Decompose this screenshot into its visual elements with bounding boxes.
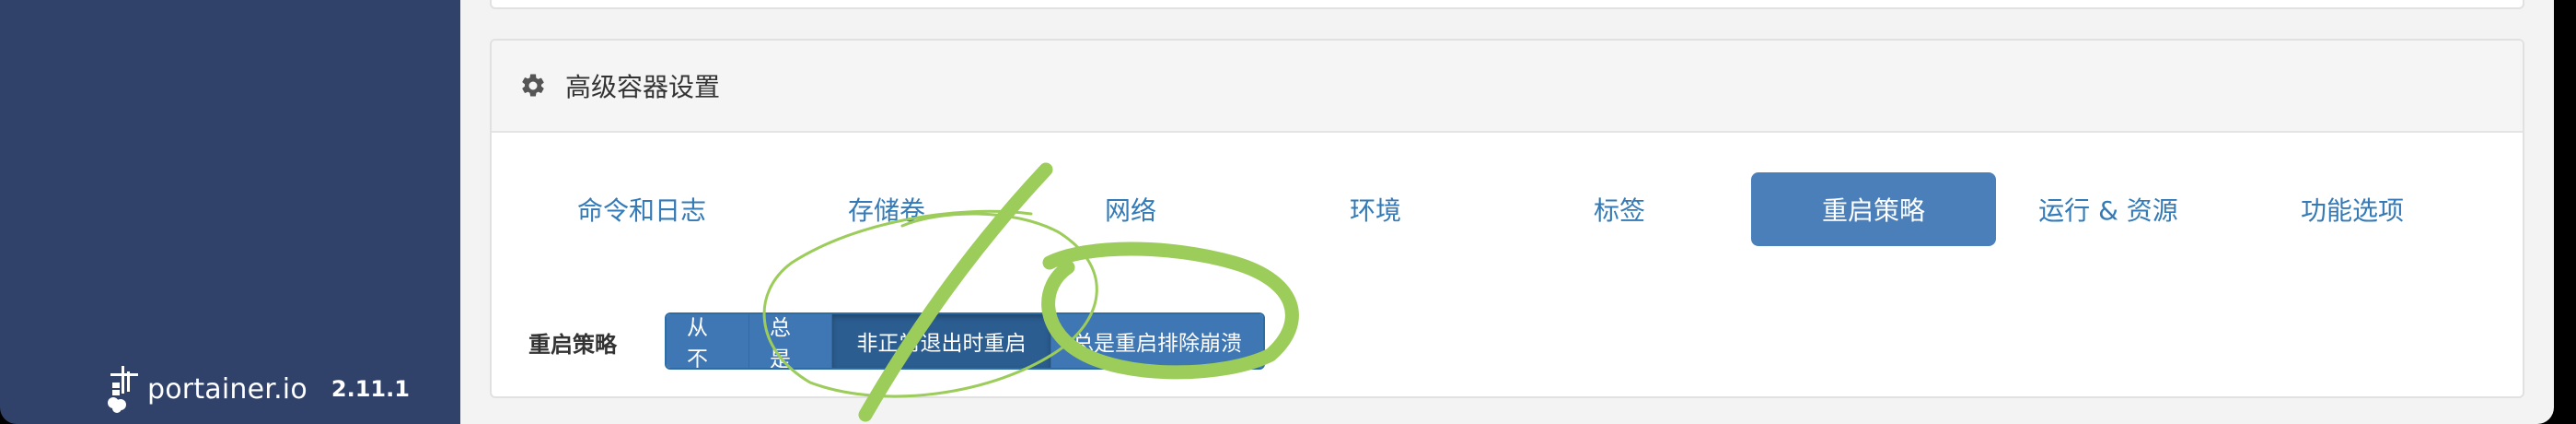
panel-header: 高级容器设置 xyxy=(492,41,2523,133)
main-content: 高级容器设置 命令和日志 存储卷 网络 环境 标签 重启策略 运行 & 资源 功… xyxy=(460,0,2554,424)
restart-policy-options: 从不 总是 非正常退出时重启 总是重启排除崩溃 xyxy=(665,312,1265,370)
previous-panel xyxy=(490,0,2524,9)
tab-env[interactable]: 环境 xyxy=(1253,172,1498,246)
restart-policy-label: 重启策略 xyxy=(528,332,617,358)
sidebar: portainer.io 2.11.1 xyxy=(0,0,460,424)
tab-command-logging[interactable]: 命令和日志 xyxy=(519,172,764,246)
brand-name: portainer.io xyxy=(147,372,307,406)
tab-runtime-resources[interactable]: 运行 & 资源 xyxy=(1986,172,2231,246)
restart-always-button[interactable]: 总是 xyxy=(749,314,832,368)
gear-icon xyxy=(522,74,544,97)
tab-network[interactable]: 网络 xyxy=(1008,172,1253,246)
version-label: 2.11.1 xyxy=(331,376,410,402)
advanced-settings-panel: 高级容器设置 命令和日志 存储卷 网络 环境 标签 重启策略 运行 & 资源 功… xyxy=(490,39,2524,398)
portainer-logo-icon xyxy=(108,366,138,413)
brand[interactable]: portainer.io 2.11.1 xyxy=(105,363,410,415)
restart-unless-stopped-button[interactable]: 总是重启排除崩溃 xyxy=(1051,314,1263,368)
panel-title: 高级容器设置 xyxy=(565,72,721,102)
tab-capabilities[interactable]: 功能选项 xyxy=(2230,172,2475,246)
restart-never-button[interactable]: 从不 xyxy=(667,314,749,368)
restart-on-failure-button[interactable]: 非正常退出时重启 xyxy=(832,314,1051,368)
tab-labels[interactable]: 标签 xyxy=(1497,172,1742,246)
tab-volumes[interactable]: 存储卷 xyxy=(764,172,1009,246)
tab-restart-policy[interactable]: 重启策略 xyxy=(1751,172,1996,246)
tab-bar: 命令和日志 存储卷 网络 环境 标签 重启策略 运行 & 资源 功能选项 xyxy=(492,172,2523,250)
